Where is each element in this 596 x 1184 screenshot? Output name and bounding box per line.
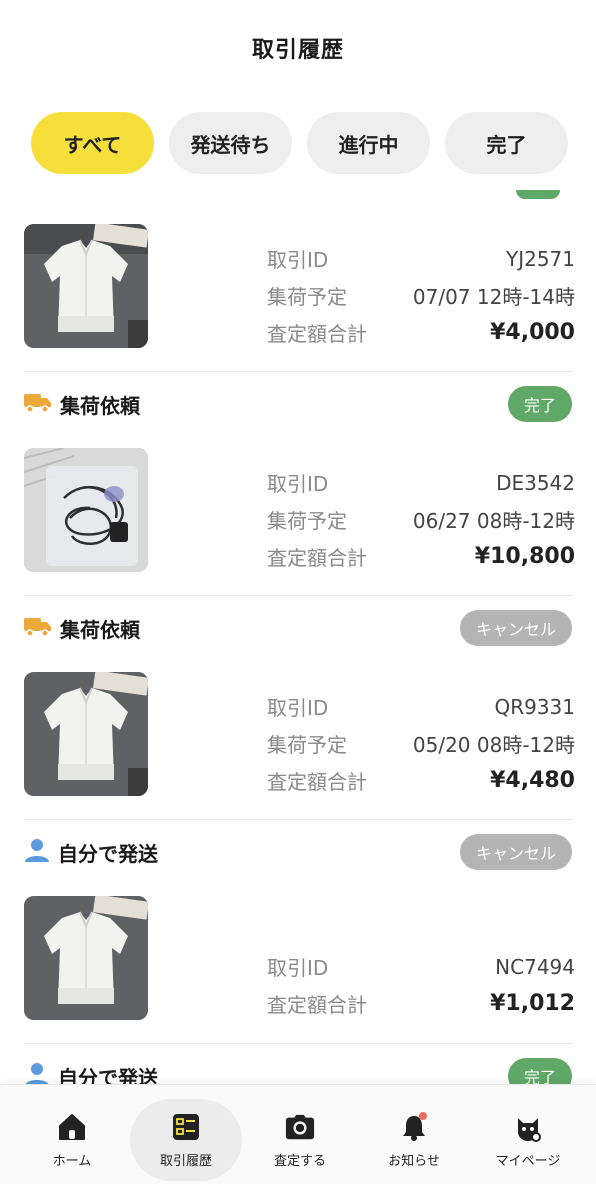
history-icon xyxy=(171,1112,201,1142)
transaction-id: DE3542 xyxy=(496,470,575,495)
truck-icon xyxy=(24,391,52,417)
status-badge: 完了 xyxy=(507,386,572,422)
divider xyxy=(24,595,572,596)
pickup-schedule: 07/07 12時-14時 xyxy=(412,285,575,309)
nav-notifications[interactable]: お知らせ xyxy=(358,1099,470,1181)
bottom-tab-bar: ホーム 取引履歴 査定する お知らせ マイページ xyxy=(0,1084,596,1184)
filter-tabs: すべて 発送待ち 進行中 完了 xyxy=(31,112,571,174)
nav-home-label: ホーム xyxy=(52,1153,92,1169)
transaction-info: 取引ID DE3542 集荷予定 06/27 08時-12時 査定額合計 ¥10,80… xyxy=(267,464,575,575)
cat-icon xyxy=(513,1112,543,1142)
divider xyxy=(24,1043,572,1044)
nav-appraise-label: 査定する xyxy=(273,1153,326,1169)
transaction-id: YJ2571 xyxy=(505,246,575,271)
nav-mypage[interactable]: マイページ xyxy=(472,1099,584,1181)
transaction-item[interactable]: 取引ID YJ2571 集荷予定 07/07 12時-14時 査定額合計 ¥4,000 xyxy=(24,224,575,351)
transaction-item[interactable]: 取引ID DE3542 集荷予定 06/27 08時-12時 査定額合計 ¥10,80… xyxy=(24,448,575,575)
tab-in-progress[interactable]: 進行中 xyxy=(307,112,430,174)
amount-total: ¥1,012 xyxy=(490,991,575,1016)
status-badge-partial xyxy=(516,190,560,199)
transaction-info: 取引ID QR9331 集荷予定 05/20 08時-12時 査定額合計 ¥4,480 xyxy=(267,688,575,799)
home-icon xyxy=(57,1112,87,1142)
tab-awaiting-shipment[interactable]: 発送待ち xyxy=(169,112,292,174)
truck-icon xyxy=(24,615,52,641)
amount-total-label: 査定額合計 xyxy=(267,770,367,794)
person-icon xyxy=(24,838,50,866)
white-blouse-photo xyxy=(24,672,148,796)
status-badge: キャンセル xyxy=(459,834,572,870)
white-blouse-photo xyxy=(24,896,148,1020)
transaction-item[interactable]: 取引ID QR9331 集荷予定 05/20 08時-12時 査定額合計 ¥4,480 xyxy=(24,672,575,799)
section-header: 自分で発送 キャンセル xyxy=(24,832,572,872)
amount-total: ¥4,000 xyxy=(490,320,575,345)
bagged-cables-photo xyxy=(24,448,148,572)
header: 取引履歴 xyxy=(0,0,596,96)
pickup-schedule: 06/27 08時-12時 xyxy=(412,509,575,533)
status-badge: 完了 xyxy=(507,1058,572,1084)
bell-icon xyxy=(399,1111,429,1142)
divider xyxy=(24,371,572,372)
transaction-id-label: 取引ID xyxy=(267,956,329,980)
section-header: 自分で発送 完了 xyxy=(24,1056,572,1084)
section-title: 自分で発送 xyxy=(58,1065,158,1085)
transaction-id-label: 取引ID xyxy=(267,472,329,496)
section-header: 集荷依頼 キャンセル xyxy=(24,608,572,648)
person-icon xyxy=(24,1062,50,1084)
amount-total-label: 査定額合計 xyxy=(267,546,367,570)
transaction-item[interactable]: 取引ID NC7494 査定額合計 ¥1,012 xyxy=(24,896,575,1022)
tab-completed[interactable]: 完了 xyxy=(445,112,568,174)
page-title: 取引履歴 xyxy=(251,38,344,63)
transaction-info: 取引ID NC7494 査定額合計 ¥1,012 xyxy=(267,948,575,1022)
nav-home[interactable]: ホーム xyxy=(16,1099,128,1181)
section-title: 集荷依頼 xyxy=(60,393,140,418)
section-header: 集荷依頼 完了 xyxy=(24,384,572,424)
status-badge: キャンセル xyxy=(459,610,572,646)
nav-history-label: 取引履歴 xyxy=(159,1153,212,1169)
transaction-info: 取引ID YJ2571 集荷予定 07/07 12時-14時 査定額合計 ¥4,000 xyxy=(267,240,575,351)
pickup-schedule: 05/20 08時-12時 xyxy=(412,733,575,757)
white-blouse-photo xyxy=(24,224,148,348)
transaction-id: QR9331 xyxy=(494,694,575,719)
nav-history[interactable]: 取引履歴 xyxy=(130,1099,242,1181)
transaction-id-label: 取引ID xyxy=(267,696,329,720)
pickup-schedule-label: 集荷予定 xyxy=(267,285,347,309)
divider xyxy=(24,819,572,820)
nav-mypage-label: マイページ xyxy=(495,1153,561,1169)
amount-total: ¥4,480 xyxy=(490,768,575,793)
section-title: 自分で発送 xyxy=(58,841,158,866)
transaction-id-label: 取引ID xyxy=(267,248,329,272)
pickup-schedule-label: 集荷予定 xyxy=(267,509,347,533)
nav-notifications-label: お知らせ xyxy=(388,1153,440,1169)
nav-appraise[interactable]: 査定する xyxy=(244,1099,356,1181)
transaction-list[interactable]: 取引ID YJ2571 集荷予定 07/07 12時-14時 査定額合計 ¥4,000… xyxy=(0,184,596,1084)
amount-total-label: 査定額合計 xyxy=(267,993,367,1017)
amount-total: ¥10,800 xyxy=(474,544,575,569)
pickup-schedule-label: 集荷予定 xyxy=(267,733,347,757)
amount-total-label: 査定額合計 xyxy=(267,322,367,346)
camera-icon xyxy=(285,1112,315,1142)
tab-all[interactable]: すべて xyxy=(31,112,154,174)
section-title: 集荷依頼 xyxy=(60,617,140,642)
transaction-id: NC7494 xyxy=(495,954,575,979)
